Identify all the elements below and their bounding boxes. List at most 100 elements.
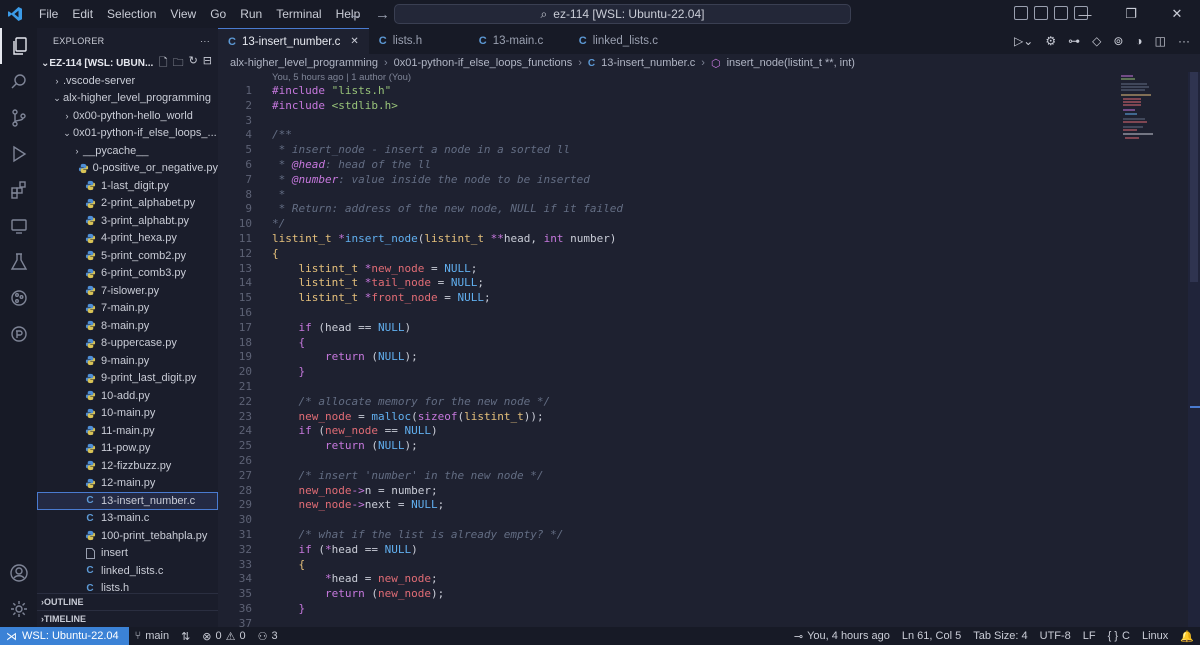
tree-file[interactable]: C 13-main.c <box>37 510 218 528</box>
run-debug-icon[interactable] <box>0 136 37 172</box>
new-file-icon[interactable]: 🗋 <box>159 54 168 73</box>
testing-icon[interactable] <box>0 244 37 280</box>
docker-icon[interactable] <box>0 316 37 352</box>
tree-file[interactable]: 11-pow.py <box>37 440 218 458</box>
remote-explorer-icon[interactable] <box>0 208 37 244</box>
timeline-icon[interactable]: ◇ <box>1092 34 1101 48</box>
breadcrumb-item[interactable]: 13-insert_number.c <box>601 57 695 69</box>
tree-folder[interactable]: › .vscode-server <box>37 72 218 90</box>
tree-file[interactable]: Clinked_lists.c <box>37 562 218 580</box>
tree-folder[interactable]: › __pycache__ <box>37 142 218 160</box>
close-window-button[interactable]: ✕ <box>1154 0 1200 28</box>
minimize-button[interactable]: — <box>1062 0 1108 28</box>
platform-label[interactable]: Linux <box>1136 630 1174 642</box>
tree-file[interactable]: 9-main.py <box>37 352 218 370</box>
tree-file[interactable]: 8-main.py <box>37 317 218 335</box>
problems-indicator[interactable]: ⊗ 0 ⚠ 0 <box>196 630 251 643</box>
tree-file[interactable]: 8-uppercase.py <box>37 335 218 353</box>
tree-file[interactable]: 2-print_alphabet.py <box>37 195 218 213</box>
tree-file[interactable]: 11-main.py <box>37 422 218 440</box>
source-control-icon[interactable] <box>0 100 37 136</box>
tree-file[interactable]: 3-print_alphabt.py <box>37 212 218 230</box>
tree-file[interactable]: 10-add.py <box>37 387 218 405</box>
workspace-root[interactable]: ⌄ EZ-114 [WSL: UBUN... 🗋 🗀 ↻ ⊟ <box>37 54 218 72</box>
branch-indicator[interactable]: ⑂ main <box>129 630 175 642</box>
minimap[interactable] <box>1103 72 1200 627</box>
menu-file[interactable]: File <box>32 0 65 28</box>
menu-view[interactable]: View <box>163 0 203 28</box>
refresh-icon[interactable]: ↻ <box>189 54 198 73</box>
c-file-icon: C <box>228 35 236 48</box>
tree-file[interactable]: 1-last_digit.py <box>37 177 218 195</box>
editor-tab[interactable]: C 13-main.c <box>469 28 569 54</box>
new-folder-icon[interactable]: 🗀 <box>173 54 184 73</box>
outline-section[interactable]: › OUTLINE <box>37 593 218 610</box>
git-blame-indicator[interactable]: ⊸ You, 4 hours ago <box>788 630 896 643</box>
back-arrow-icon[interactable]: ← <box>348 6 363 23</box>
go-live-icon[interactable]: ◑ <box>1135 34 1142 48</box>
ports-indicator[interactable]: ⚇ 3 <box>252 630 284 643</box>
tree-file[interactable]: 5-print_comb2.py <box>37 247 218 265</box>
extensions-icon[interactable] <box>0 172 37 208</box>
remote-indicator[interactable]: ⋊ WSL: Ubuntu-22.04 <box>0 627 129 645</box>
code-editor[interactable]: You, 5 hours ago | 1 author (You) 1 #incl… <box>218 72 1103 627</box>
tree-file[interactable]: insert <box>37 545 218 563</box>
tree-file[interactable]: 12-main.py <box>37 475 218 493</box>
breadcrumb-item[interactable]: alx-higher_level_programming <box>230 57 378 69</box>
tree-file[interactable]: 12-fizzbuzz.py <box>37 457 218 475</box>
timeline-section[interactable]: › TIMELINE <box>37 610 218 627</box>
editor-tab[interactable]: C 13-insert_number.c ✕ <box>218 28 369 54</box>
encoding[interactable]: UTF-8 <box>1034 630 1077 642</box>
accounts-icon[interactable] <box>0 555 37 591</box>
tree-file[interactable]: 4-print_hexa.py <box>37 230 218 248</box>
tree-file[interactable]: 100-print_tebahpla.py <box>37 527 218 545</box>
notifications-icon[interactable]: 🔔 <box>1174 630 1200 643</box>
more-actions-icon[interactable]: ··· <box>200 36 210 46</box>
search-icon[interactable] <box>0 64 37 100</box>
run-code-icon[interactable]: ▷⌄ <box>1014 34 1033 48</box>
menu-edit[interactable]: Edit <box>65 0 100 28</box>
tree-file[interactable]: 9-print_last_digit.py <box>37 370 218 388</box>
tree-file[interactable]: 10-main.py <box>37 405 218 423</box>
tree-file[interactable]: 6-print_comb3.py <box>37 265 218 283</box>
tree-file[interactable]: 0-positive_or_negative.py <box>37 160 218 178</box>
toggle-primary-sidebar-icon[interactable] <box>1014 6 1028 20</box>
tree-item-label: 5-print_comb2.py <box>101 249 186 262</box>
language-mode[interactable]: { } C <box>1102 630 1136 642</box>
git-graph-icon[interactable] <box>0 280 37 316</box>
breadcrumb-symbol[interactable]: insert_node(listint_t **, int) <box>727 57 855 69</box>
end-of-line[interactable]: LF <box>1077 630 1102 642</box>
scrollbar-thumb[interactable] <box>1190 72 1198 282</box>
close-tab-icon[interactable]: ✕ <box>350 36 358 47</box>
editor-tab[interactable]: Clinked_lists.c <box>569 28 669 54</box>
explorer-icon[interactable] <box>0 28 37 64</box>
tree-folder[interactable]: ⌄ alx-higher_level_programming <box>37 90 218 108</box>
menu-go[interactable]: Go <box>203 0 233 28</box>
breadcrumb-item[interactable]: 0x01-python-if_else_loops_functions <box>394 57 573 69</box>
command-center[interactable]: ⌕ ez-114 [WSL: Ubuntu-22.04] <box>394 4 851 24</box>
editor-scrollbar[interactable] <box>1188 72 1200 627</box>
tree-file[interactable]: 7-islower.py <box>37 282 218 300</box>
more-actions-icon[interactable]: ··· <box>1178 34 1190 48</box>
split-editor-icon[interactable]: ◫ <box>1155 34 1166 48</box>
menu-run[interactable]: Run <box>233 0 269 28</box>
settings-gear-icon[interactable] <box>0 591 37 627</box>
tree-file[interactable]: 7-main.py <box>37 300 218 318</box>
tab-size[interactable]: Tab Size: 4 <box>967 630 1033 642</box>
settings-icon[interactable]: ⚙ <box>1045 34 1056 48</box>
menu-terminal[interactable]: Terminal <box>269 0 328 28</box>
toggle-panel-icon[interactable] <box>1034 6 1048 20</box>
tree-file[interactable]: C 13-insert_number.c <box>37 492 218 510</box>
tree-folder[interactable]: ⌄ 0x01-python-if_else_loops_... <box>37 125 218 143</box>
menu-selection[interactable]: Selection <box>100 0 163 28</box>
tree-folder[interactable]: › 0x00-python-hello_world <box>37 107 218 125</box>
forward-arrow-icon[interactable]: → <box>375 6 390 23</box>
cursor-position[interactable]: Ln 61, Col 5 <box>896 630 967 642</box>
git-compare-icon[interactable]: ⊶ <box>1068 34 1080 48</box>
maximize-button[interactable]: ❐ <box>1108 0 1154 28</box>
blame-codelens[interactable]: You, 5 hours ago | 1 author (You) <box>218 72 1103 84</box>
open-changes-icon[interactable]: ⊚ <box>1113 34 1123 48</box>
collapse-all-icon[interactable]: ⊟ <box>203 54 212 73</box>
sync-indicator[interactable]: ⇅ <box>175 630 196 643</box>
editor-tab[interactable]: Clists.h <box>369 28 469 54</box>
